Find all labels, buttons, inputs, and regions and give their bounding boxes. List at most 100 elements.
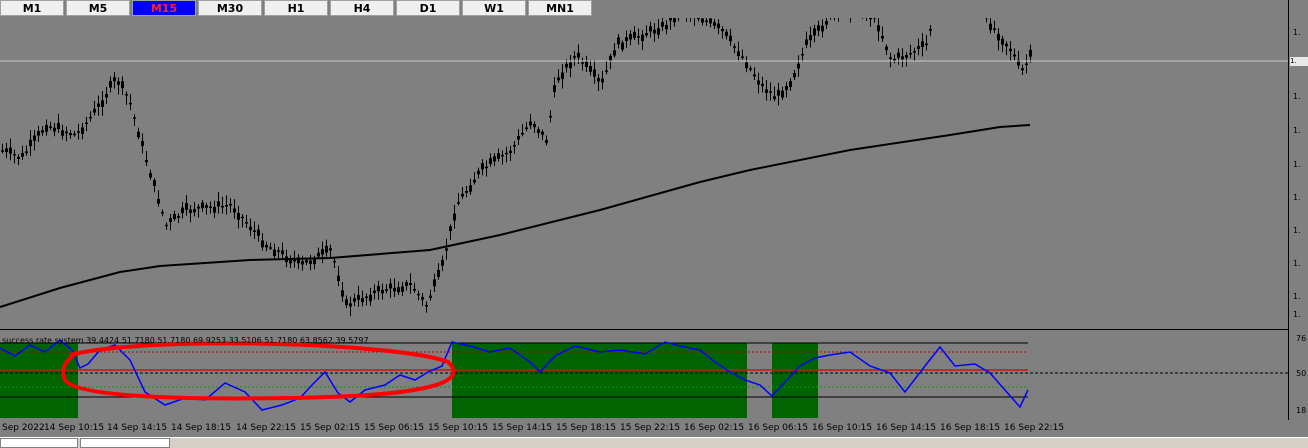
candle-body xyxy=(809,35,812,40)
candle-body xyxy=(109,81,112,88)
candle-body xyxy=(785,86,788,90)
candle-body xyxy=(389,283,392,288)
candle-body xyxy=(517,136,520,139)
candle-body xyxy=(913,51,916,53)
candle-body xyxy=(917,46,920,49)
timeframe-w1-button[interactable]: W1 xyxy=(462,0,526,16)
candle-body xyxy=(645,33,648,35)
candle-body xyxy=(489,158,492,164)
candle-body xyxy=(433,279,436,286)
candle-body xyxy=(765,89,768,93)
candle-body xyxy=(421,297,424,300)
candle-body xyxy=(1001,39,1004,45)
candle-body xyxy=(317,253,320,257)
candle-body xyxy=(613,50,616,55)
candle-body xyxy=(585,61,588,67)
timeframe-m5-button[interactable]: M5 xyxy=(66,0,130,16)
candle-body xyxy=(45,125,48,132)
candle-body xyxy=(537,129,540,133)
candle-body xyxy=(1029,50,1032,57)
candle-body xyxy=(581,62,584,64)
candle-body xyxy=(277,250,280,252)
candle-body xyxy=(821,26,824,32)
candle-body xyxy=(113,77,116,81)
candle-body xyxy=(257,230,260,236)
time-axis[interactable]: Sep 2022 14 Sep 10:15 14 Sep 14:15 14 Se… xyxy=(0,420,1308,436)
candle-body xyxy=(25,151,28,153)
candle-body xyxy=(293,260,296,262)
price-tick: 1. xyxy=(1293,28,1301,37)
candle-body xyxy=(269,247,272,249)
candle-body xyxy=(21,153,24,157)
candle-body xyxy=(777,90,780,96)
timeframe-m1-button[interactable]: M1 xyxy=(0,0,64,16)
price-tick: 1. xyxy=(1293,193,1301,202)
timeframe-d1-button[interactable]: D1 xyxy=(396,0,460,16)
time-label: 15 Sep 10:15 xyxy=(428,423,488,433)
candle-body xyxy=(69,133,72,135)
candle-body xyxy=(53,128,56,132)
candle-body xyxy=(385,289,388,291)
candle-body xyxy=(577,53,580,58)
time-label: 14 Sep 22:15 xyxy=(236,423,296,433)
candle-body xyxy=(81,128,84,134)
candle-body xyxy=(553,85,556,92)
candle-body xyxy=(409,283,412,285)
candle-body xyxy=(989,24,992,30)
candle-body xyxy=(801,54,804,56)
current-price-label: 1. xyxy=(1290,57,1308,66)
candle-body xyxy=(477,171,480,175)
timeframe-m30-button[interactable]: M30 xyxy=(198,0,262,16)
time-label: 15 Sep 02:15 xyxy=(300,423,360,433)
candle-body xyxy=(301,261,304,264)
candle-body xyxy=(921,41,924,47)
timeframe-h1-button[interactable]: H1 xyxy=(264,0,328,16)
candle-body xyxy=(453,214,456,221)
candle-body xyxy=(97,104,100,107)
candle-body xyxy=(621,43,624,50)
indicator-label: success rate system 39.4424 51.7180 51.7… xyxy=(2,336,369,345)
timeframe-m15-button[interactable]: M15 xyxy=(132,0,196,16)
candle-body xyxy=(449,226,452,231)
candle-body xyxy=(169,218,172,222)
candle-body xyxy=(501,155,504,157)
candle-body xyxy=(561,73,564,80)
timeframe-mn1-button[interactable]: MN1 xyxy=(528,0,592,16)
candle-body xyxy=(13,154,16,156)
candle-body xyxy=(485,167,488,169)
candle-body xyxy=(661,22,664,27)
candle-body xyxy=(357,295,360,300)
candle-body xyxy=(393,288,396,292)
candle-body xyxy=(597,78,600,82)
candle-body xyxy=(141,141,144,146)
time-label: 14 Sep 14:15 xyxy=(107,423,167,433)
candle-body xyxy=(725,32,728,37)
candle-body xyxy=(405,282,408,286)
candle-body xyxy=(333,261,336,263)
candle-body xyxy=(237,213,240,220)
signal-zone xyxy=(772,343,818,418)
candle-body xyxy=(709,18,712,23)
candle-body xyxy=(65,132,68,134)
candle-body xyxy=(353,298,356,301)
candle-body xyxy=(825,21,828,25)
price-tick: 1. xyxy=(1293,292,1301,301)
candle-body xyxy=(157,199,160,204)
candle-body xyxy=(145,160,148,162)
timeframe-h4-button[interactable]: H4 xyxy=(330,0,394,16)
candle-body xyxy=(177,216,180,218)
price-chart[interactable] xyxy=(0,18,1288,329)
candle-body xyxy=(513,145,516,147)
candle-body xyxy=(761,84,764,86)
candle-body xyxy=(1009,49,1012,52)
candle-body xyxy=(445,248,448,250)
candle-body xyxy=(341,290,344,296)
candle-body xyxy=(905,55,908,58)
candle-body xyxy=(197,207,200,209)
candle-body xyxy=(149,173,152,178)
candle-body xyxy=(77,131,80,133)
candle-body xyxy=(589,66,592,72)
price-tick: 1. xyxy=(1293,310,1301,319)
candle-body xyxy=(1025,64,1028,66)
candle-body xyxy=(877,25,880,31)
